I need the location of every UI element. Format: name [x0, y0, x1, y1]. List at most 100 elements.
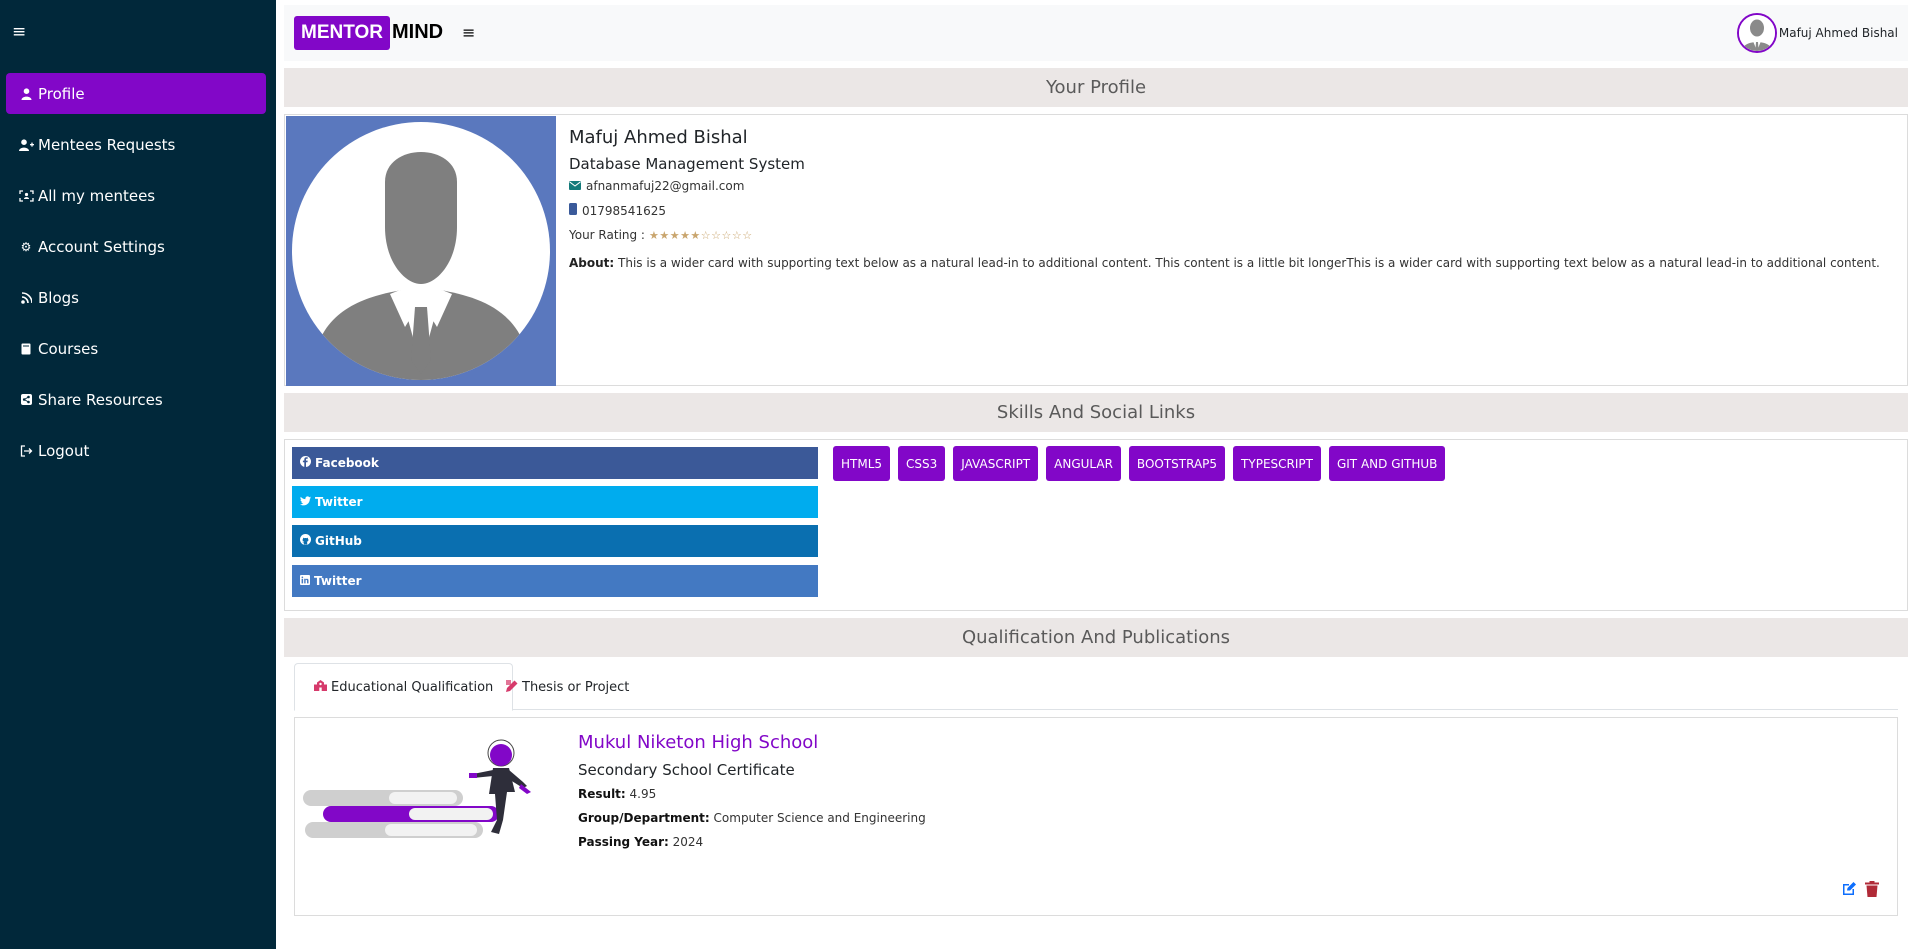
- education-illustration: [303, 734, 533, 849]
- group-value: Computer Science and Engineering: [713, 811, 926, 825]
- year-label: Passing Year:: [578, 835, 669, 849]
- logo[interactable]: MENTOR MIND: [294, 15, 443, 50]
- sidebar-item-label: Profile: [38, 84, 85, 103]
- rating-stars: ★★★★★☆☆☆☆☆: [648, 228, 753, 242]
- github-label: GitHub: [315, 534, 362, 548]
- mobile-icon: [569, 203, 577, 218]
- skill-badge: HTML5: [833, 446, 891, 481]
- logout-icon: [18, 444, 34, 457]
- section-title-skills: Skills And Social Links: [284, 393, 1908, 432]
- skill-badge: BOOTSTRAP5: [1128, 446, 1226, 481]
- user-icon: [18, 87, 34, 100]
- group-row: Group/Department: Computer Science and E…: [578, 811, 926, 825]
- tab-educational-qualification[interactable]: Educational Qualification: [294, 663, 514, 711]
- skill-badge: GIT AND GITHUB: [1328, 446, 1446, 481]
- qualification-card: Mukul Niketon High School Secondary Scho…: [294, 717, 1898, 916]
- avatar: [1736, 13, 1777, 53]
- profile-about: About: This is a wider card with support…: [569, 256, 1889, 270]
- certificate-name: Secondary School Certificate: [578, 761, 795, 779]
- section-title-profile: Your Profile: [284, 68, 1908, 107]
- profile-phone: 01798541625: [582, 203, 666, 218]
- group-label: Group/Department:: [578, 811, 710, 825]
- skill-badge: TYPESCRIPT: [1233, 446, 1321, 481]
- skills-card: Facebook Twitter GitHub Twitter HTML5 CS…: [284, 439, 1908, 611]
- qualification-tabs: Educational Qualification Thesis or Proj…: [294, 663, 1898, 711]
- tab-label: Thesis or Project: [522, 679, 630, 695]
- profile-title: Database Management System: [569, 155, 805, 173]
- profile-info: Mafuj Ahmed Bishal Database Management S…: [569, 127, 805, 252]
- sidebar-item-label: All my mentees: [38, 186, 156, 205]
- skill-badge: CSS3: [898, 446, 946, 481]
- sidebar-item-account-settings[interactable]: ⚙ Account Settings: [6, 226, 266, 267]
- logo-box: MENTOR: [294, 15, 390, 50]
- edit-icon[interactable]: [1841, 881, 1857, 901]
- sidebar-item-label: Courses: [38, 339, 99, 358]
- sidebar-item-logout[interactable]: Logout: [6, 430, 266, 471]
- profile-rating-row: Your Rating : ★★★★★☆☆☆☆☆: [569, 228, 805, 242]
- sidebar-item-blogs[interactable]: Blogs: [6, 277, 266, 318]
- tab-thesis-or-project[interactable]: Thesis or Project: [487, 663, 648, 711]
- section-title-qualification: Qualification And Publications: [284, 618, 1908, 657]
- result-row: Result: 4.95: [578, 787, 926, 801]
- sidebar-item-share-resources[interactable]: Share Resources: [6, 379, 266, 420]
- profile-phone-row: 01798541625: [569, 203, 805, 218]
- year-row: Passing Year: 2024: [578, 835, 926, 849]
- share-icon: [18, 394, 34, 405]
- sidebar-item-profile[interactable]: Profile: [6, 73, 266, 114]
- twitter-label: Twitter: [315, 495, 363, 509]
- about-text: This is a wider card with supporting tex…: [618, 256, 1880, 270]
- school-name: Mukul Niketon High School: [578, 732, 819, 753]
- skill-badge: JAVASCRIPT: [953, 446, 1039, 481]
- blog-icon: [18, 291, 34, 304]
- profile-email: afnanmafuj22@gmail.com: [586, 179, 745, 193]
- skills-list: HTML5 CSS3 JAVASCRIPT ANGULAR BOOTSTRAP5…: [833, 446, 1446, 481]
- facebook-link[interactable]: Facebook: [292, 447, 818, 479]
- book-icon: [18, 343, 34, 355]
- sidebar-item-label: Logout: [38, 441, 90, 460]
- profile-picture: [286, 116, 556, 386]
- sidebar-item-courses[interactable]: Courses: [6, 328, 266, 369]
- profile-email-row: afnanmafuj22@gmail.com: [569, 179, 805, 193]
- facebook-icon: [300, 456, 311, 470]
- sidebar-item-mentees-requests[interactable]: Mentees Requests: [6, 124, 266, 165]
- logo-text: MIND: [391, 21, 444, 43]
- user-name: Mafuj Ahmed Bishal: [1778, 26, 1898, 40]
- gear-icon: ⚙: [20, 239, 32, 254]
- linkedin-link[interactable]: Twitter: [292, 565, 818, 597]
- sidebar: ≡ Profile Mentees Requests All my mentee…: [0, 0, 276, 949]
- year-value: 2024: [672, 835, 704, 849]
- profile-name: Mafuj Ahmed Bishal: [569, 127, 748, 148]
- sidebar-item-label: Share Resources: [38, 390, 163, 409]
- facebook-label: Facebook: [315, 456, 379, 470]
- result-value: 4.95: [629, 787, 657, 801]
- sidebar-item-label: Account Settings: [38, 237, 165, 256]
- user-plus-icon: [18, 138, 34, 151]
- result-label: Result:: [578, 787, 626, 801]
- sidebar-item-label: Mentees Requests: [38, 135, 176, 154]
- profile-card: Mafuj Ahmed Bishal Database Management S…: [284, 114, 1908, 386]
- skill-badge: ANGULAR: [1046, 446, 1121, 481]
- delete-icon[interactable]: [1865, 881, 1879, 901]
- tab-label: Educational Qualification: [331, 679, 494, 695]
- sidebar-item-all-my-mentees[interactable]: All my mentees: [6, 175, 266, 216]
- sidebar-toggle-icon[interactable]: ≡: [12, 22, 26, 42]
- github-icon: [300, 534, 311, 548]
- menu-toggle-icon[interactable]: ≡: [462, 23, 475, 42]
- linkedin-label: Twitter: [314, 574, 362, 588]
- github-link[interactable]: GitHub: [292, 525, 818, 557]
- about-label: About:: [569, 256, 615, 270]
- sidebar-item-label: Blogs: [38, 288, 79, 307]
- twitter-link[interactable]: Twitter: [292, 486, 818, 518]
- user-menu[interactable]: Mafuj Ahmed Bishal: [1736, 13, 1898, 53]
- linkedin-icon: [300, 574, 310, 588]
- school-icon: [314, 680, 327, 694]
- qualification-info: Mukul Niketon High School Secondary Scho…: [578, 732, 926, 859]
- sidebar-nav: Profile Mentees Requests All my mentees …: [6, 73, 266, 481]
- users-viewfinder-icon: [18, 189, 34, 202]
- top-header: MENTOR MIND ≡ Mafuj Ahmed Bishal: [284, 5, 1908, 61]
- pen-ruler-icon: [506, 679, 518, 695]
- twitter-icon: [300, 495, 311, 509]
- qualification-actions: [1841, 881, 1879, 901]
- envelope-icon: [569, 180, 581, 193]
- rating-label: Your Rating :: [569, 228, 645, 242]
